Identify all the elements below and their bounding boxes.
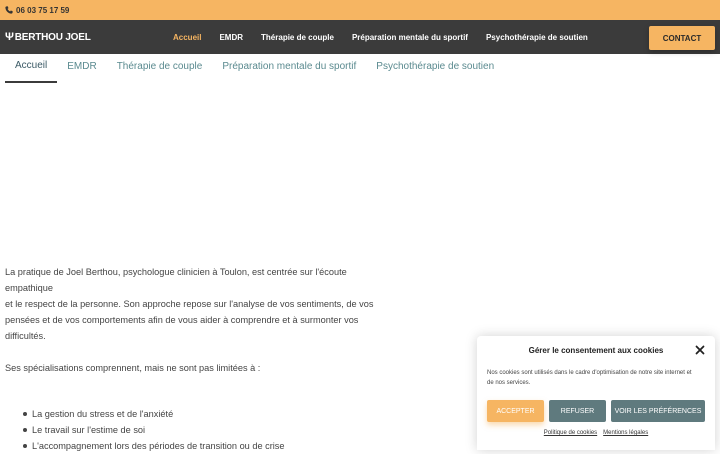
intro-line: La pratique de Joel Berthou, psychologue…: [5, 267, 347, 293]
nav-link-preparation-mentale[interactable]: Préparation mentale du sportif: [352, 33, 468, 42]
specializations-intro: Ses spécialisations comprennent, mais ne…: [5, 363, 261, 373]
cookie-banner-title: Gérer le consentement aux cookies: [528, 346, 664, 355]
tab-emdr[interactable]: EMDR: [57, 54, 106, 83]
cookie-consent-banner: Gérer le consentement aux cookies Nos co…: [477, 336, 715, 450]
main-navigation: Accueil EMDR Thérapie de couple Préparat…: [173, 20, 606, 54]
logo-text: BERTHOU JOEL: [14, 31, 91, 43]
phone-number[interactable]: 06 03 75 17 59: [16, 6, 69, 15]
tab-therapie-couple[interactable]: Thérapie de couple: [107, 54, 213, 83]
intro-line: pensées et de vos comportements afin de …: [5, 315, 359, 325]
page-tabs: Accueil EMDR Thérapie de couple Préparat…: [5, 54, 504, 83]
contact-button[interactable]: CONTACT: [649, 26, 715, 50]
cookie-policy-link[interactable]: Politique de cookies: [544, 430, 597, 436]
site-header: Ψ BERTHOU JOEL Accueil EMDR Thérapie de …: [0, 20, 720, 54]
intro-paragraph: La pratique de Joel Berthou, psychologue…: [5, 264, 395, 344]
site-logo[interactable]: Ψ BERTHOU JOEL: [5, 20, 91, 54]
nav-link-therapie-couple[interactable]: Thérapie de couple: [261, 33, 334, 42]
list-item: Le travail sur l'estime de soi: [23, 422, 285, 438]
list-item: La gestion du stress et de l'anxiété: [23, 406, 285, 422]
tab-psychotherapie-soutien[interactable]: Psychothérapie de soutien: [366, 54, 504, 83]
psi-logo-icon: Ψ: [5, 31, 14, 43]
tab-preparation-mentale[interactable]: Préparation mentale du sportif: [212, 54, 366, 83]
refuse-cookies-button[interactable]: REFUSER: [549, 400, 606, 422]
list-item: L'accompagnement lors des périodes de tr…: [23, 438, 285, 454]
intro-line: et le respect de la personne. Son approc…: [5, 299, 374, 309]
nav-link-psychotherapie-soutien[interactable]: Psychothérapie de soutien: [486, 33, 588, 42]
tab-accueil[interactable]: Accueil: [5, 54, 58, 83]
view-preferences-button[interactable]: VOIR LES PRÉFÉRENCES: [611, 400, 705, 422]
intro-line: difficultés.: [5, 331, 46, 341]
cookie-links: Politique de cookies Mentions légales: [477, 430, 715, 436]
specializations-list: La gestion du stress et de l'anxiété Le …: [23, 406, 285, 454]
legal-notice-link[interactable]: Mentions légales: [603, 430, 648, 436]
phone-icon: [5, 6, 13, 14]
nav-link-emdr[interactable]: EMDR: [219, 33, 243, 42]
accept-cookies-button[interactable]: ACCEPTER: [487, 400, 544, 422]
nav-link-accueil[interactable]: Accueil: [173, 33, 201, 42]
top-info-bar: 06 03 75 17 59: [0, 0, 720, 20]
main-content: La pratique de Joel Berthou, psychologue…: [5, 264, 395, 392]
cookie-banner-text: Nos cookies sont utilisés dans le cadre …: [487, 370, 692, 386]
close-icon[interactable]: [695, 345, 705, 355]
